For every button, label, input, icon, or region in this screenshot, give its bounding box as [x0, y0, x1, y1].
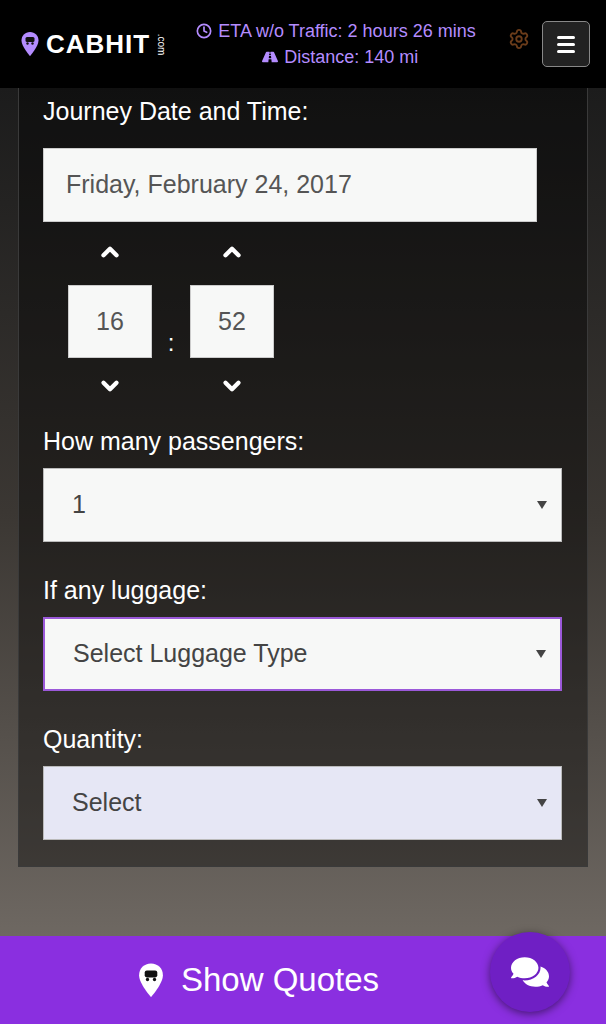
menu-button[interactable]	[542, 21, 590, 67]
logo-text: CABHIT	[46, 25, 150, 64]
cab-pin-icon	[137, 962, 165, 998]
top-bar: CABHIT .com ETA w/o Traffic: 2 hours 26 mi…	[0, 0, 606, 88]
trip-info: ETA w/o Traffic: 2 hours 26 mins Distance…	[196, 20, 475, 68]
minute-picker: 52	[190, 222, 274, 398]
logo: CABHIT .com	[20, 25, 168, 64]
chevron-up-icon	[219, 239, 245, 265]
select-field: How many passengers: 1	[43, 424, 563, 542]
increment-button[interactable]	[97, 240, 123, 264]
select-box[interactable]: Select	[43, 766, 562, 840]
road-icon	[262, 49, 278, 65]
background: Journey Date and Time: Friday, February 2…	[0, 88, 606, 936]
chevron-down-icon	[97, 373, 123, 399]
chevron-up-icon	[97, 239, 123, 265]
chevron-down-icon	[219, 373, 245, 399]
logo-suffix: .com	[156, 29, 168, 59]
app: CABHIT .com ETA w/o Traffic: 2 hours 26 mi…	[0, 0, 606, 1024]
date-input[interactable]: Friday, February 24, 2017	[43, 148, 537, 222]
select-field: Quantity: Select	[43, 722, 563, 840]
caret-down-icon	[536, 650, 546, 658]
hour-picker: 16	[68, 222, 152, 398]
time-input[interactable]: 52	[190, 285, 274, 358]
time-picker: 16:52	[68, 222, 563, 398]
select-field: If any luggage: Select Luggage Type	[43, 573, 563, 691]
caret-down-icon	[537, 501, 547, 509]
booking-form: Journey Date and Time: Friday, February 2…	[18, 88, 588, 867]
select-value: Select	[72, 784, 141, 822]
increment-button[interactable]	[219, 240, 245, 264]
field-label: Quantity:	[43, 722, 563, 756]
chat-icon	[511, 953, 549, 991]
field-label: How many passengers:	[43, 424, 563, 458]
clock-icon	[196, 23, 212, 39]
decrement-button[interactable]	[219, 374, 245, 398]
chat-button[interactable]	[490, 932, 570, 1012]
select-box[interactable]: 1	[43, 468, 562, 542]
select-box[interactable]: Select Luggage Type	[43, 617, 562, 691]
select-value: 1	[72, 486, 86, 524]
eta: ETA w/o Traffic: 2 hours 26 mins	[196, 20, 475, 42]
distance: Distance: 140 mi	[196, 46, 475, 68]
field-label: If any luggage:	[43, 573, 563, 607]
logo-pin-icon	[20, 31, 40, 57]
decrement-button[interactable]	[97, 374, 123, 398]
time-input[interactable]: 16	[68, 285, 152, 358]
time-separator: :	[152, 222, 190, 398]
gear-icon[interactable]	[508, 28, 530, 50]
select-value: Select Luggage Type	[73, 635, 307, 673]
caret-down-icon	[537, 799, 547, 807]
field-label: Journey Date and Time:	[43, 94, 563, 128]
